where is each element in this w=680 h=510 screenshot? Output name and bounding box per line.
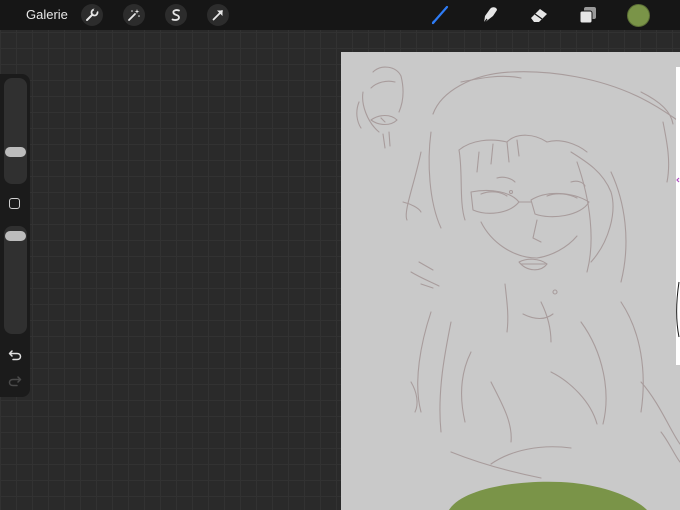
redo-icon[interactable] (8, 374, 22, 388)
actions-button[interactable] (81, 4, 103, 26)
wrench-icon (86, 8, 99, 21)
brush-tool-button[interactable] (428, 4, 452, 26)
sketch-drawing (356, 66, 680, 510)
magic-wand-icon (128, 9, 140, 21)
left-sidebar (0, 74, 30, 397)
eraser-icon (531, 9, 547, 22)
smudge-tool-button[interactable] (478, 4, 502, 26)
move-arrow-icon (212, 10, 223, 21)
smudge-icon (483, 7, 497, 24)
brush-opacity-slider[interactable] (4, 226, 27, 334)
eraser-tool-button[interactable] (527, 4, 551, 26)
reference-sketch-edge (676, 177, 680, 338)
layers-icon (579, 7, 596, 24)
transform-button[interactable] (207, 4, 229, 26)
brush-size-slider[interactable] (4, 78, 27, 184)
brush-icon (431, 5, 449, 25)
undo-icon[interactable] (8, 348, 22, 362)
gallery-button[interactable]: Galerie (26, 7, 68, 22)
modifier-square-button[interactable] (9, 198, 20, 209)
color-picker-button[interactable] (627, 4, 650, 27)
adjustments-button[interactable] (123, 4, 145, 26)
layers-button[interactable] (576, 4, 600, 26)
selection-icon (171, 9, 180, 21)
brush-opacity-handle[interactable] (5, 231, 26, 241)
top-toolbar: Galerie (0, 0, 680, 30)
selection-button[interactable] (165, 4, 187, 26)
brush-size-handle[interactable] (5, 147, 26, 157)
